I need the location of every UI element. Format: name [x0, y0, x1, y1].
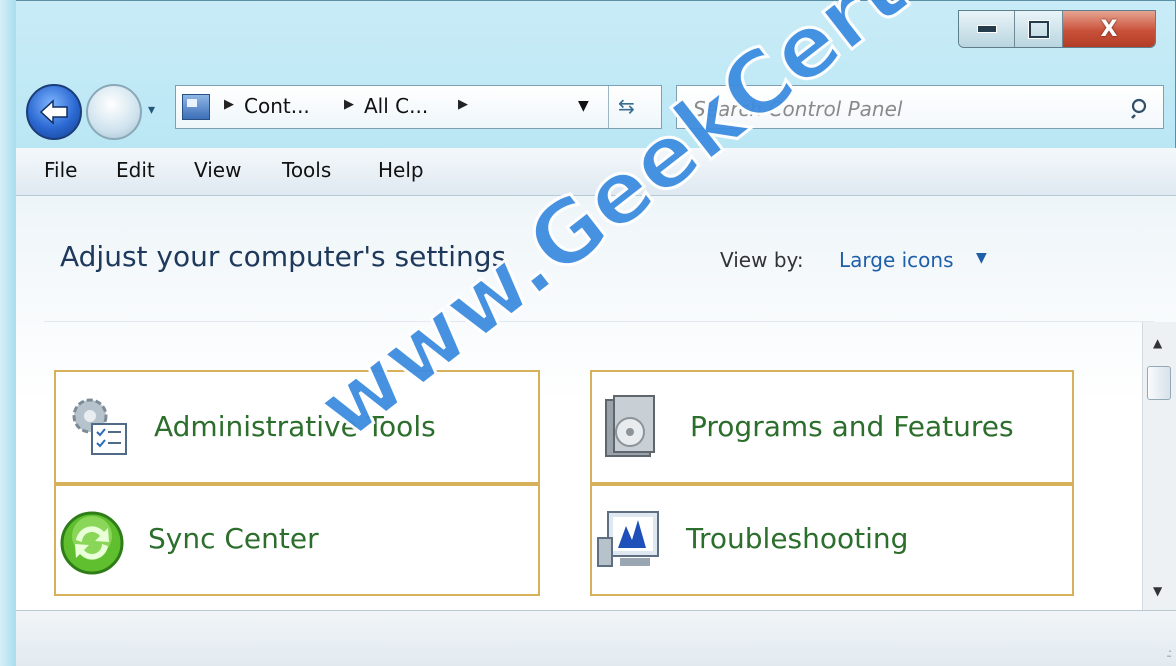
content-area: Adjust your computer's settings View by:…	[16, 196, 1176, 610]
vertical-scrollbar[interactable]: ▲ ▼	[1142, 322, 1176, 610]
breadcrumb-separator-icon[interactable]: ▶	[344, 97, 354, 112]
programs-features-icon	[605, 395, 655, 457]
menu-file[interactable]: File	[44, 158, 77, 182]
status-bar: .:	[16, 610, 1176, 666]
forward-button[interactable]	[86, 84, 142, 140]
window-left-border	[0, 0, 16, 666]
refresh-icon[interactable]: ⇆	[618, 94, 635, 118]
menu-tools[interactable]: Tools	[282, 158, 331, 182]
maximize-button[interactable]	[1015, 11, 1063, 47]
resize-grip-icon[interactable]: .:	[1166, 646, 1172, 660]
scroll-up-arrow-icon[interactable]: ▲	[1153, 336, 1162, 350]
close-button[interactable]: X	[1063, 11, 1155, 47]
item-programs-and-features[interactable]: Programs and Features	[590, 370, 1074, 484]
item-label: Programs and Features	[690, 410, 1014, 443]
address-bar[interactable]: ▶ Cont... ▶ All C... ▶ ▼ ⇆	[175, 85, 662, 129]
scroll-down-arrow-icon[interactable]: ▼	[1153, 584, 1162, 598]
item-troubleshooting[interactable]: Troubleshooting	[590, 484, 1074, 596]
address-divider	[608, 86, 609, 128]
sync-center-icon	[60, 511, 124, 575]
item-administrative-tools[interactable]: Administrative Tools	[54, 370, 540, 484]
caption-buttons: X	[958, 10, 1156, 48]
minimize-button[interactable]	[959, 11, 1015, 47]
back-arrow-icon	[39, 99, 68, 125]
breadcrumb-item-all-control-panel[interactable]: All C...	[364, 94, 428, 118]
address-dropdown-icon[interactable]: ▼	[578, 98, 589, 114]
troubleshooting-icon	[597, 511, 659, 567]
item-label: Sync Center	[148, 522, 319, 555]
item-label: Troubleshooting	[686, 522, 909, 555]
scroll-thumb[interactable]	[1147, 366, 1171, 400]
minimize-icon	[976, 25, 997, 33]
view-by-label: View by:	[720, 248, 804, 272]
search-icon[interactable]	[1129, 96, 1153, 120]
close-icon: X	[1100, 16, 1118, 42]
admin-tools-icon	[72, 398, 127, 455]
view-by-chevron-down-icon[interactable]: ▼	[976, 250, 987, 266]
breadcrumb-separator-icon[interactable]: ▶	[458, 97, 468, 112]
history-dropdown-icon[interactable]: ▾	[148, 102, 155, 118]
page-title: Adjust your computer's settings	[60, 240, 507, 273]
search-box[interactable]	[676, 85, 1164, 129]
breadcrumb-item-control-panel[interactable]: Cont...	[244, 94, 310, 118]
back-button[interactable]	[26, 84, 82, 140]
item-sync-center[interactable]: Sync Center	[54, 484, 540, 596]
menu-bar: File Edit View Tools Help	[16, 148, 1176, 196]
item-label: Administrative Tools	[154, 410, 436, 443]
maximize-icon	[1028, 20, 1049, 38]
control-panel-icon	[182, 94, 210, 120]
breadcrumb-separator-icon[interactable]: ▶	[224, 97, 234, 112]
search-input[interactable]	[691, 94, 1115, 124]
header-divider	[44, 321, 1154, 322]
view-by-dropdown[interactable]: Large icons	[839, 248, 954, 272]
menu-view[interactable]: View	[194, 158, 241, 182]
menu-edit[interactable]: Edit	[116, 158, 155, 182]
menu-help[interactable]: Help	[378, 158, 424, 182]
